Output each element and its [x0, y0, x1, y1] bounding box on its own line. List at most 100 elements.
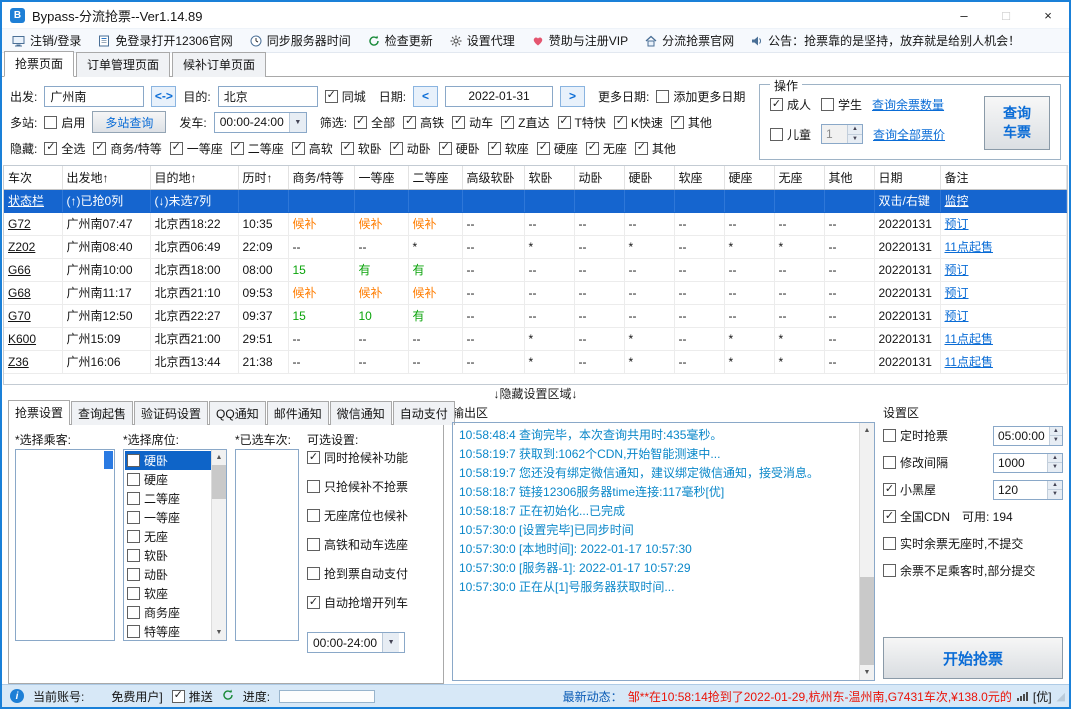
- train-row[interactable]: Z202 广州南08:40 北京西06:49 22:09 -- -- * -- * -- * -- * *…: [4, 235, 1067, 259]
- setting-checkbox-2[interactable]: 小黑屋: [883, 481, 936, 498]
- book-link[interactable]: 预订: [940, 212, 1067, 236]
- column-header[interactable]: 硬卧: [624, 166, 675, 190]
- seat-option-4[interactable]: 无座: [125, 527, 211, 546]
- train-row[interactable]: Z36 广州16:06 北京西13:44 21:38 -- -- -- -- * -- * -- * * -…: [4, 350, 1067, 374]
- multi-station-query-button[interactable]: 多站查询: [92, 111, 167, 133]
- train-row[interactable]: G68 广州南11:17 北京西21:10 09:53 候补 候补 候补 -- -- -- -- --…: [4, 281, 1067, 305]
- scroll-down-icon[interactable]: ▼: [212, 625, 226, 640]
- seat-option-2[interactable]: 二等座: [125, 489, 211, 508]
- train-number[interactable]: Z36: [4, 350, 63, 374]
- hide-checkbox-10[interactable]: 无座: [585, 140, 627, 157]
- depart-time-select[interactable]: 00:00-24:00 ▼: [213, 111, 307, 133]
- date-input[interactable]: 2022-01-31: [445, 85, 554, 107]
- setting-checkbox-1[interactable]: 修改间隔: [883, 454, 948, 471]
- train-number[interactable]: G70: [4, 304, 63, 328]
- column-header[interactable]: 历时↑: [238, 166, 289, 190]
- multi-station-enable-checkbox[interactable]: 启用: [44, 114, 85, 131]
- filter-checkbox-6[interactable]: 其他: [670, 114, 712, 131]
- settings-tab-1[interactable]: 查询起售: [71, 401, 134, 425]
- adult-checkbox[interactable]: 成人: [770, 96, 811, 113]
- toolbar-item-2[interactable]: 同步服务器时间: [250, 32, 351, 49]
- child-count-spinner[interactable]: 1 ▲ ▼: [821, 124, 864, 144]
- chevron-down-icon[interactable]: ▼: [382, 633, 400, 652]
- status-row[interactable]: 状态栏 (↑)已抢0列 (↓)未选7列 双击/右键 监控: [4, 189, 1067, 213]
- seat-list-scrollbar[interactable]: ▲ ▼: [211, 450, 226, 640]
- spinner-up-icon[interactable]: ▲: [1049, 426, 1062, 436]
- setting-checkbox-4[interactable]: 实时余票无座时,不提交: [883, 535, 1023, 552]
- settings-tab-6[interactable]: 自动支付: [392, 401, 455, 425]
- book-link[interactable]: 11点起售: [940, 327, 1067, 351]
- column-header[interactable]: 动卧: [574, 166, 625, 190]
- train-number[interactable]: G66: [4, 258, 63, 282]
- toolbar-item-5[interactable]: 赞助与注册VIP: [532, 32, 628, 49]
- start-grab-button[interactable]: 开始抢票: [883, 637, 1063, 679]
- resize-grip[interactable]: ◢: [1057, 690, 1065, 703]
- column-header[interactable]: 软卧: [524, 166, 575, 190]
- train-number[interactable]: G68: [4, 281, 63, 305]
- book-link[interactable]: 预订: [940, 258, 1067, 282]
- train-number[interactable]: Z202: [4, 235, 63, 259]
- chevron-down-icon[interactable]: ▼: [288, 112, 306, 132]
- column-header[interactable]: 硬座: [724, 166, 775, 190]
- train-row[interactable]: G72 广州南07:47 北京西18:22 10:35 候补 候补 候补 -- -- -- -- --…: [4, 212, 1067, 236]
- hide-checkbox-3[interactable]: 二等座: [230, 140, 284, 157]
- main-tab-0[interactable]: 抢票页面: [4, 51, 75, 77]
- spinner-up-icon[interactable]: ▲: [848, 125, 863, 135]
- filter-checkbox-0[interactable]: 全部: [354, 114, 395, 131]
- column-header[interactable]: 备注: [940, 166, 1067, 190]
- hide-checkbox-8[interactable]: 软座: [487, 140, 529, 157]
- toolbar-item-7[interactable]: 公告：抢票靠的是坚持，放弃就是给别人机会！: [751, 32, 1020, 49]
- column-header[interactable]: 车次: [4, 166, 63, 190]
- seat-option-5[interactable]: 软卧: [125, 546, 211, 565]
- depart-input[interactable]: 广州南: [44, 85, 145, 107]
- chevron-right-icon[interactable]: >: [560, 85, 586, 107]
- spinner-down-icon[interactable]: ▼: [848, 134, 863, 143]
- seat-option-7[interactable]: 软座: [125, 584, 211, 603]
- book-link[interactable]: 11点起售: [940, 350, 1067, 374]
- optional-setting-0[interactable]: 同时抢候补功能: [307, 449, 437, 466]
- hide-checkbox-9[interactable]: 硬座: [536, 140, 578, 157]
- toolbar-item-0[interactable]: 注销/登录: [12, 32, 81, 49]
- toolbar-item-3[interactable]: 检查更新: [368, 32, 433, 49]
- filter-checkbox-4[interactable]: T特快: [557, 114, 606, 131]
- book-link[interactable]: 11点起售: [940, 235, 1067, 259]
- hide-checkbox-4[interactable]: 高软: [291, 140, 333, 157]
- student-checkbox[interactable]: 学生: [821, 96, 862, 113]
- train-row[interactable]: K600 广州15:09 北京西21:00 29:51 -- -- -- -- * -- * -- * *…: [4, 327, 1067, 351]
- hidden-settings-divider[interactable]: ↓隐藏设置区域↓: [2, 385, 1069, 402]
- scrollbar-thumb[interactable]: [860, 577, 874, 665]
- book-link[interactable]: 预订: [940, 304, 1067, 328]
- main-tab-2[interactable]: 候补订单页面: [172, 52, 267, 77]
- scroll-up-icon[interactable]: ▲: [212, 450, 226, 465]
- column-header[interactable]: 出发地↑: [62, 166, 151, 190]
- seat-option-0[interactable]: 硬卧: [125, 451, 211, 470]
- status-row-label[interactable]: 状态栏: [4, 189, 63, 213]
- chevron-left-icon[interactable]: <: [413, 85, 439, 107]
- column-header[interactable]: 目的地↑: [150, 166, 239, 190]
- hide-checkbox-0[interactable]: 全选: [44, 140, 85, 157]
- toolbar-item-4[interactable]: 设置代理: [450, 32, 515, 49]
- hide-checkbox-11[interactable]: 其他: [634, 140, 676, 157]
- spinner-up-icon[interactable]: ▲: [1048, 480, 1062, 490]
- filter-checkbox-2[interactable]: 动车: [452, 114, 493, 131]
- scrollbar-thumb[interactable]: [212, 465, 226, 499]
- settings-tab-3[interactable]: QQ通知: [209, 401, 266, 425]
- setting-spinner-0[interactable]: 05:00:00 ▲ ▼: [993, 425, 1063, 446]
- setting-checkbox-5[interactable]: 余票不足乘客时,部分提交: [883, 562, 1035, 579]
- settings-tab-4[interactable]: 邮件通知: [266, 401, 329, 425]
- filter-checkbox-5[interactable]: K快速: [613, 114, 663, 131]
- setting-checkbox-0[interactable]: 定时抢票: [883, 427, 948, 444]
- add-more-dates-checkbox[interactable]: 添加更多日期: [656, 88, 745, 105]
- settings-tab-5[interactable]: 微信通知: [329, 401, 392, 425]
- setting-spinner-1[interactable]: 1000 ▲ ▼: [993, 452, 1063, 473]
- column-header[interactable]: 软座: [674, 166, 725, 190]
- seat-option-6[interactable]: 动卧: [125, 565, 211, 584]
- train-number[interactable]: K600: [4, 327, 63, 351]
- train-row[interactable]: G66 广州南10:00 北京西18:00 08:00 15 有有 -- -- -- -- -- --…: [4, 258, 1067, 282]
- seat-option-8[interactable]: 商务座: [125, 603, 211, 622]
- optional-setting-5[interactable]: 自动抢增开列车: [307, 594, 437, 611]
- hide-checkbox-7[interactable]: 硬卧: [438, 140, 480, 157]
- column-header[interactable]: 二等座: [408, 166, 463, 190]
- output-scrollbar[interactable]: ▲ ▼: [859, 423, 874, 680]
- setting-spinner-2[interactable]: 120 ▲ ▼: [993, 479, 1063, 500]
